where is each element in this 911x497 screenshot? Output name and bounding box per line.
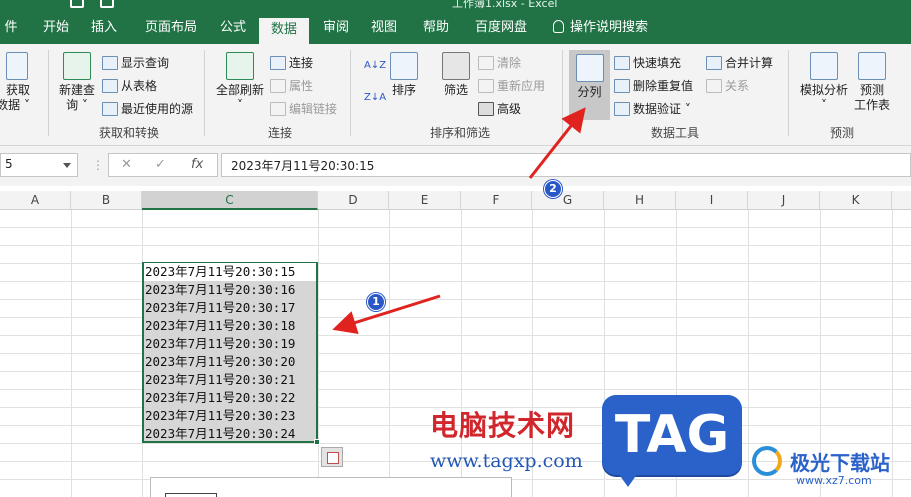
step-badge-2: 2 <box>544 180 562 198</box>
aurora-logo-icon <box>752 446 782 476</box>
site-cn: 极光下载站 <box>790 451 890 475</box>
arrow-to-split-button <box>528 107 586 179</box>
watermark-cn: 电脑技术网 <box>430 409 576 442</box>
excel-window: 工作簿1.xlsx - Excel 件 开始 插入 页面布局 公式 数据 审阅 … <box>0 0 911 497</box>
site-url: www.xz7.com <box>796 474 872 487</box>
arrow-to-cells <box>332 294 441 335</box>
step-badge-1: 1 <box>367 293 385 311</box>
tag-logo: TAG <box>602 395 742 487</box>
watermark-url: www.tagxp.com <box>430 450 583 472</box>
